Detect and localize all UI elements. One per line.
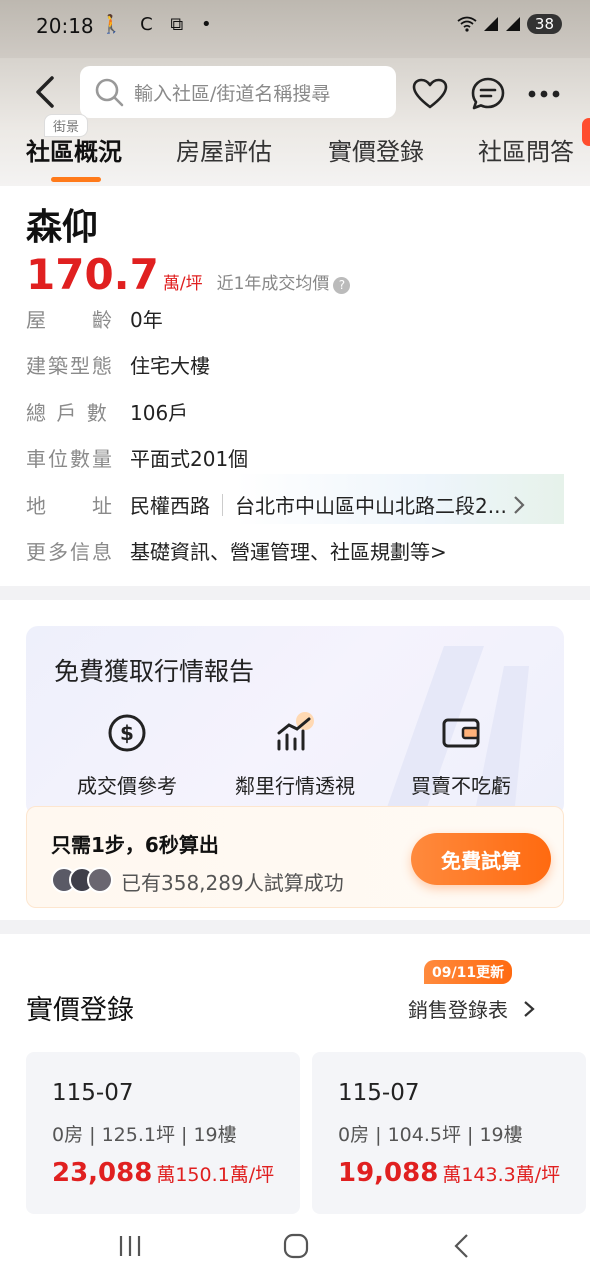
- free-calc-button[interactable]: 免費試算: [411, 833, 551, 885]
- status-bar: 20:18 🚶 C ⧉ • 38: [0, 0, 590, 58]
- update-badge: 09/11更新: [424, 960, 513, 984]
- detail-row-units: 總 戶 數 106戶: [26, 397, 188, 426]
- back-button[interactable]: [30, 72, 60, 112]
- chat-icon: [471, 77, 505, 110]
- signal-icon-2: [505, 17, 520, 31]
- deal-date: 115-07: [52, 1080, 134, 1106]
- detail-row-address[interactable]: 地 址 民權西路 台北市中山區中山北路二段2...: [26, 490, 527, 519]
- deal-unit-price: 萬143.3萬/坪: [442, 1164, 561, 1186]
- recent-apps-button[interactable]: [110, 1230, 150, 1262]
- avatar: [87, 867, 113, 893]
- wallet-icon: [442, 718, 480, 748]
- tab-valuation[interactable]: 房屋評估: [176, 132, 272, 167]
- system-back-button[interactable]: [442, 1230, 482, 1262]
- heart-icon: [412, 78, 448, 109]
- calc-count: 已有358,289人試算成功: [121, 871, 344, 895]
- feature-label: 買賣不吃虧: [411, 774, 511, 798]
- wifi-icon: [457, 16, 477, 32]
- detail-label: 地 址: [26, 494, 114, 518]
- deal-date: 115-07: [338, 1080, 420, 1106]
- community-name: 森仰: [26, 207, 99, 248]
- status-notification-icons: 🚶 C ⧉ •: [100, 14, 218, 35]
- deal-card[interactable]: 115-07 0房 | 125.1坪 | 19樓 23,088 萬150.1萬/…: [26, 1052, 300, 1214]
- detail-row-parking: 車位數量 平面式201個: [26, 443, 248, 472]
- address-full: 台北市中山區中山北路二段2...: [235, 494, 507, 518]
- detail-value: 0年: [130, 308, 163, 332]
- more-info-link[interactable]: 基礎資訊、營運管理、社區規劃等>: [130, 536, 447, 565]
- calc-title: 只需1步，6秒算出: [51, 833, 219, 857]
- chevron-right-icon: [524, 1000, 535, 1017]
- more-button[interactable]: [524, 74, 564, 114]
- recent-apps-icon: [119, 1236, 141, 1256]
- detail-value: 106戶: [130, 401, 189, 425]
- detail-label: 更多信息: [26, 540, 114, 564]
- detail-value: 平面式201個: [130, 447, 249, 471]
- sales-register-link[interactable]: 銷售登錄表: [408, 994, 536, 1023]
- average-price-value: 170.7: [26, 250, 159, 299]
- tab-bar: 社區概況 房屋評估 實價登錄 社區問答: [0, 118, 590, 186]
- active-tab-indicator: [51, 177, 101, 182]
- system-nav-bar: [0, 1214, 590, 1280]
- top-header: 輸入社區/街道名稱搜尋 街景 社區概況 房屋評估 實價登錄 社區問答: [0, 58, 590, 186]
- tab-qa[interactable]: 社區問答: [478, 132, 574, 167]
- detail-row-more[interactable]: 更多信息 基礎資訊、營運管理、社區規劃等>: [26, 536, 447, 565]
- battery-indicator: 38: [526, 14, 562, 34]
- feature-label: 鄰里行情透視: [235, 774, 355, 798]
- transactions-title: 實價登錄: [26, 995, 134, 1026]
- chevron-right-icon: [514, 495, 525, 514]
- back-icon: [454, 1234, 468, 1258]
- trend-chart-icon: [277, 712, 314, 751]
- tab-overview[interactable]: 社區概況: [26, 132, 122, 167]
- svg-text:$: $: [120, 721, 134, 745]
- more-dots-icon: [528, 90, 560, 98]
- home-button[interactable]: [276, 1230, 316, 1262]
- sales-register-label: 銷售登錄表: [408, 998, 508, 1022]
- chevron-left-icon: [36, 76, 54, 108]
- search-icon: [95, 78, 124, 107]
- search-placeholder: 輸入社區/街道名稱搜尋: [134, 82, 331, 105]
- deal-card[interactable]: 115-07 0房 | 104.5坪 | 19樓 19,088 萬143.3萬/…: [312, 1052, 586, 1214]
- average-price: 170.7 萬/坪 近1年成交均價 ?: [26, 250, 351, 299]
- detail-label: 屋 齡: [26, 308, 114, 332]
- detail-row-age: 屋 齡 0年: [26, 304, 163, 333]
- status-time: 20:18: [36, 14, 94, 38]
- address-road: 民權西路: [130, 494, 210, 518]
- deal-unit-price: 萬150.1萬/坪: [156, 1164, 275, 1186]
- deal-spec: 0房 | 104.5坪 | 19樓: [338, 1124, 523, 1146]
- average-price-desc: 近1年成交均價: [216, 274, 330, 294]
- calculator-banner: 只需1步，6秒算出 已有358,289人試算成功 免費試算: [26, 806, 564, 908]
- deal-total: 23,088: [52, 1158, 153, 1188]
- detail-row-type: 建築型態 住宅大樓: [26, 350, 210, 379]
- status-right: 38: [457, 14, 562, 34]
- deal-price: 23,088 萬150.1萬/坪: [52, 1158, 274, 1188]
- message-button[interactable]: [468, 74, 508, 114]
- dollar-coin-icon: $: [108, 714, 146, 752]
- average-price-unit: 萬/坪: [162, 274, 203, 294]
- report-title: 免費獲取行情報告: [54, 657, 255, 686]
- feature-fair-deal[interactable]: 買賣不吃虧: [386, 710, 536, 799]
- address-divider: [222, 493, 223, 516]
- feature-label: 成交價參考: [77, 774, 177, 798]
- feature-price-reference[interactable]: $ 成交價參考: [52, 710, 202, 799]
- deal-spec: 0房 | 125.1坪 | 19樓: [52, 1124, 237, 1146]
- deal-total: 19,088: [338, 1158, 439, 1188]
- tab-transactions[interactable]: 實價登錄: [328, 132, 424, 167]
- signal-icon: [483, 17, 498, 31]
- detail-value: 住宅大樓: [130, 354, 210, 378]
- favorite-button[interactable]: [410, 74, 450, 114]
- detail-label: 建築型態: [26, 354, 114, 378]
- feature-neighborhood-trends[interactable]: 鄰里行情透視: [220, 710, 370, 799]
- report-banner[interactable]: 免費獲取行情報告 $ 成交價參考 鄰里行情透視 買賣不吃虧: [26, 626, 564, 816]
- search-input[interactable]: 輸入社區/街道名稱搜尋: [80, 66, 396, 118]
- deal-price: 19,088 萬143.3萬/坪: [338, 1158, 560, 1188]
- notification-dot: [582, 118, 590, 146]
- home-icon: [283, 1233, 309, 1259]
- report-section: 免費獲取行情報告 $ 成交價參考 鄰里行情透視 買賣不吃虧 只需1步，6秒算出: [0, 600, 590, 920]
- detail-label: 車位數量: [26, 447, 114, 471]
- help-icon[interactable]: ?: [333, 277, 351, 294]
- detail-label: 總 戶 數: [26, 401, 109, 425]
- community-info-card: 森仰 170.7 萬/坪 近1年成交均價 ? 屋 齡 0年 建築型態 住宅大樓 …: [0, 186, 590, 586]
- user-avatars: [51, 867, 113, 893]
